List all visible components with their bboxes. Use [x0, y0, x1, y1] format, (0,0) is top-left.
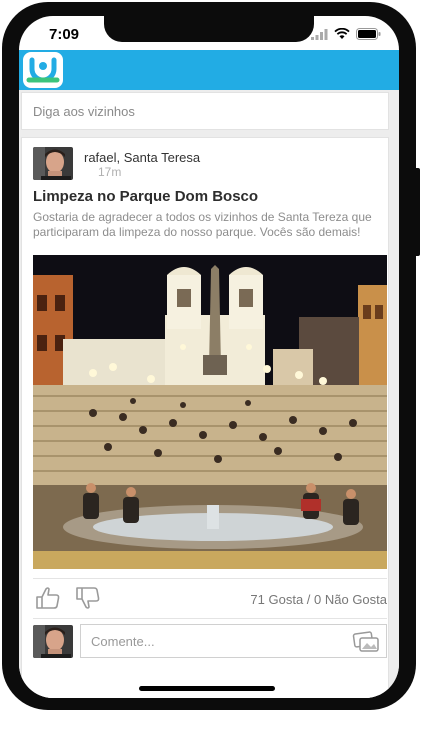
thumbs-up-icon[interactable]: [35, 586, 61, 610]
home-indicator[interactable]: [139, 686, 275, 691]
app-header: [19, 50, 399, 90]
wifi-icon: [334, 28, 350, 39]
battery-icon: [356, 28, 381, 40]
status-time: 7:09: [49, 26, 80, 43]
divider: [33, 618, 387, 619]
author-avatar[interactable]: [33, 147, 73, 180]
attach-photo-icon[interactable]: [352, 631, 380, 653]
post-body: Gostaria de agradecer a todos os vizinho…: [33, 210, 372, 239]
post-time: 17m: [98, 165, 122, 179]
divider: [33, 578, 387, 579]
comment-row: Comente...: [33, 622, 387, 662]
compose-input[interactable]: Diga aos vizinhos: [21, 92, 389, 130]
status-icons: [311, 27, 381, 41]
post-author[interactable]: rafael, Santa Teresa: [84, 150, 200, 165]
signal-icon: [311, 28, 328, 40]
thumbs-down-icon[interactable]: [75, 586, 101, 610]
vote-row: 71 Gosta / 0 Não Gosta: [33, 585, 387, 611]
vote-summary: 71 Gosta / 0 Não Gosta: [250, 592, 387, 607]
post-card: rafael, Santa Teresa 17m Limpeza no Parq…: [21, 137, 389, 698]
feed: Diga aos vizinhos rafael, Santa Teresa 1…: [19, 90, 399, 698]
comment-placeholder: Comente...: [91, 633, 155, 649]
notch: [104, 16, 314, 42]
comment-input[interactable]: Comente...: [80, 624, 387, 658]
phone-side-button: [414, 168, 420, 256]
post-title: Limpeza no Parque Dom Bosco: [33, 188, 259, 205]
app-logo-icon[interactable]: [23, 52, 63, 88]
post-photo[interactable]: [33, 255, 387, 569]
phone-screen: 7:09 Diga aos vizinhos rafael, Santa Ter…: [19, 16, 399, 698]
current-user-avatar: [33, 625, 73, 658]
